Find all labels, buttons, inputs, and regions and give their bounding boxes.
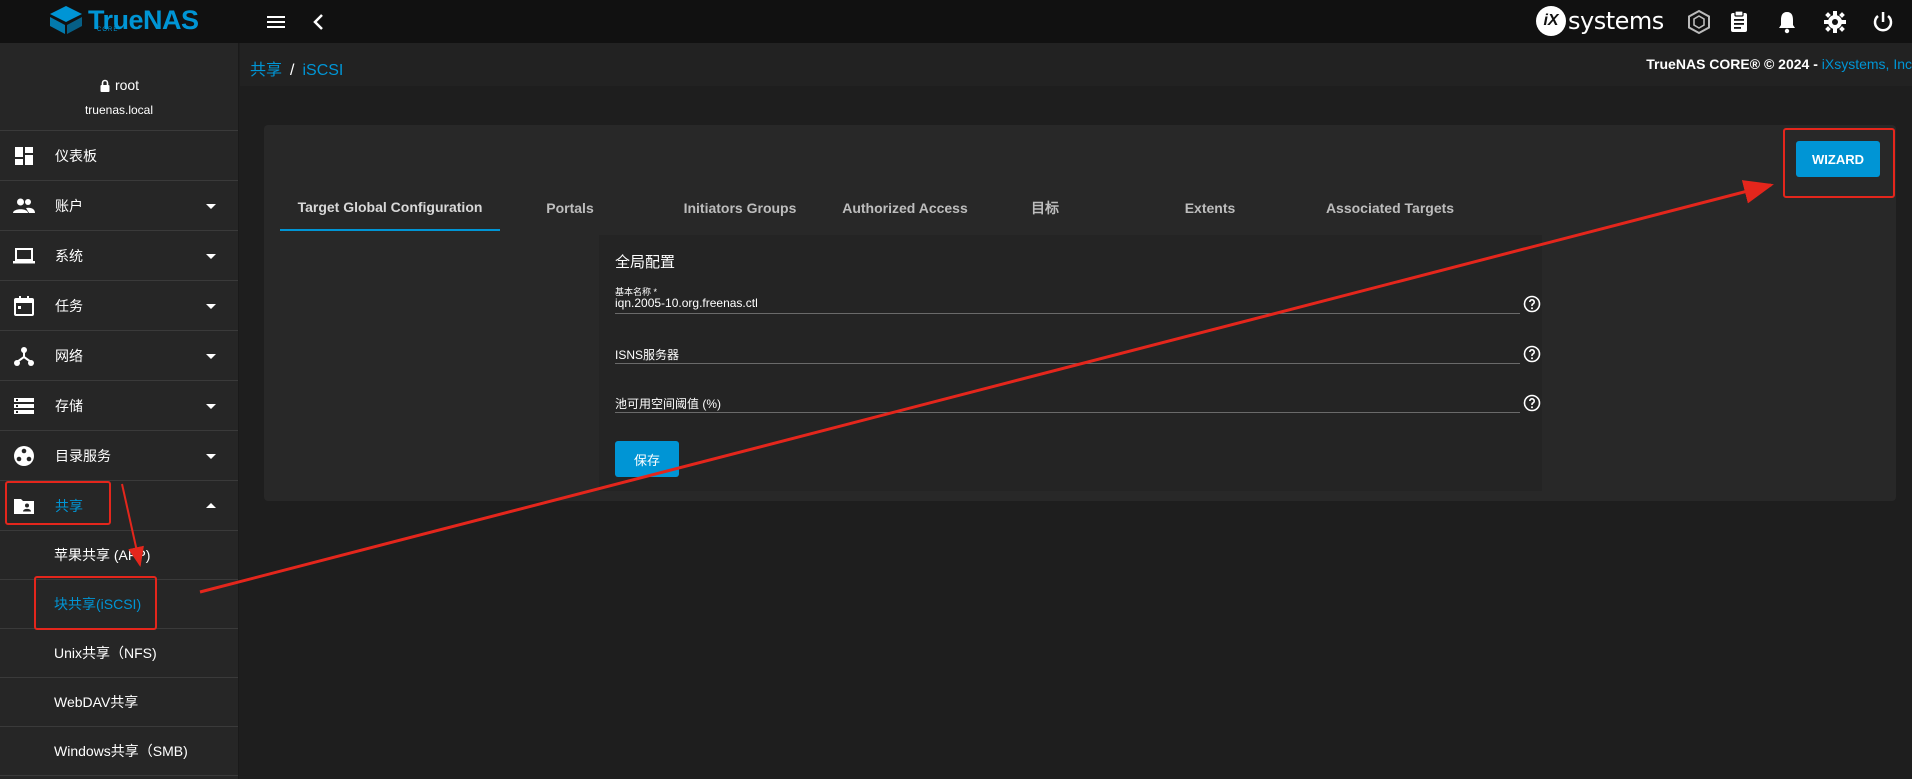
tab-associated-targets[interactable]: Associated Targets <box>1310 185 1470 231</box>
storage-icon <box>14 397 34 414</box>
ixsystems-text: systems <box>1568 7 1664 35</box>
pool-threshold-field[interactable]: 池可用空间阈值 (%) <box>615 384 1520 420</box>
base-name-field[interactable]: 基本名称 * iqn.2005-10.org.freenas.ctl <box>615 285 1520 321</box>
ix-badge: iX <box>1536 6 1566 36</box>
threshold-label: 池可用空间阈值 (%) <box>615 397 721 411</box>
sidebar-subitem-smb[interactable]: Windows共享（SMB) <box>0 727 238 776</box>
truenas-logo-icon <box>50 6 82 34</box>
breadcrumb: 共享 / iSCSI <box>250 56 343 80</box>
sidebar-subitem-iscsi[interactable]: 块共享(iSCSI) <box>0 580 238 629</box>
folder-shared-icon <box>14 498 34 514</box>
breadcrumb-separator: / <box>290 62 295 79</box>
sidebar-item-tasks[interactable]: 任务 <box>0 281 238 331</box>
top-bar: TrueNAS CORE iX systems <box>0 0 1912 43</box>
sidebar-item-label: 任务 <box>55 297 83 314</box>
tab-authorized-access[interactable]: Authorized Access <box>830 185 980 231</box>
clipboard-icon[interactable] <box>1726 9 1752 35</box>
menu-toggle-icon[interactable] <box>264 10 288 34</box>
sidebar-subitem-nfs[interactable]: Unix共享（NFS) <box>0 629 238 678</box>
global-config-form: 全局配置 基本名称 * iqn.2005-10.org.freenas.ctl … <box>599 235 1542 491</box>
caret-up-icon <box>206 502 216 508</box>
iscsi-card: WIZARD Target Global Configuration Porta… <box>264 125 1896 501</box>
directory-icon <box>14 445 34 466</box>
bell-icon[interactable] <box>1774 9 1800 35</box>
sidebar-item-directory-services[interactable]: 目录服务 <box>0 431 238 481</box>
gear-icon[interactable] <box>1822 9 1848 35</box>
field-underline <box>615 313 1520 314</box>
sidebar-item-label: 网络 <box>55 347 83 364</box>
copyright: TrueNAS CORE® © 2024 - iXsystems, Inc <box>1646 56 1912 72</box>
tab-extents[interactable]: Extents <box>1160 185 1260 231</box>
isns-servers-field[interactable]: ISNS服务器 <box>615 335 1520 371</box>
username: root <box>114 77 140 93</box>
caret-down-icon <box>206 453 216 459</box>
help-icon[interactable] <box>1523 394 1541 412</box>
caret-down-icon <box>206 203 216 209</box>
breadcrumb-bar: 共享 / iSCSI TrueNAS CORE® © 2024 - iXsystem… <box>240 43 1912 86</box>
tab-targets[interactable]: 目标 <box>1010 185 1080 231</box>
tab-portals[interactable]: Portals <box>520 185 620 231</box>
breadcrumb-iscsi[interactable]: iSCSI <box>302 62 343 79</box>
calendar-icon <box>14 295 34 316</box>
help-icon[interactable] <box>1523 295 1541 313</box>
field-underline <box>615 363 1520 364</box>
sidebar-item-label: 仪表板 <box>55 147 97 164</box>
sidebar-item-system[interactable]: 系统 <box>0 231 238 281</box>
truecommand-icon[interactable] <box>1686 9 1712 35</box>
caret-down-icon <box>206 403 216 409</box>
sidebar-item-label: 存储 <box>55 397 83 414</box>
ixsystems-link[interactable]: iXsystems, Inc <box>1822 56 1912 72</box>
breadcrumb-sharing[interactable]: 共享 <box>250 62 282 79</box>
ixsystems-logo: iX systems <box>1536 6 1664 36</box>
help-icon[interactable] <box>1523 345 1541 363</box>
hostname: truenas.local <box>84 102 154 117</box>
sidebar-item-sharing[interactable]: 共享 <box>0 481 238 531</box>
wizard-button[interactable]: WIZARD <box>1796 141 1880 177</box>
people-icon <box>13 198 35 213</box>
brand-sub: CORE <box>97 27 119 33</box>
sidebar-item-network[interactable]: 网络 <box>0 331 238 381</box>
user-info: root <box>99 77 139 93</box>
sidebar-item-dashboard[interactable]: 仪表板 <box>0 131 238 181</box>
copyright-text: TrueNAS CORE® © 2024 - <box>1646 56 1822 72</box>
sidebar-item-label: 账户 <box>55 197 83 214</box>
truenas-logo[interactable]: TrueNAS <box>48 4 199 36</box>
sidebar-item-storage[interactable]: 存储 <box>0 381 238 431</box>
sidebar-subitem-webdav[interactable]: WebDAV共享 <box>0 678 238 727</box>
isns-label: ISNS服务器 <box>615 348 680 362</box>
tab-target-global-configuration[interactable]: Target Global Configuration <box>280 185 500 231</box>
tab-initiators-groups[interactable]: Initiators Groups <box>670 185 810 231</box>
caret-down-icon <box>206 303 216 309</box>
laptop-icon <box>13 247 35 263</box>
chevron-left-icon[interactable] <box>307 10 331 34</box>
sidebar-item-label: 共享 <box>55 497 83 514</box>
field-underline <box>615 412 1520 413</box>
sidebar-item-label: 目录服务 <box>55 447 111 464</box>
dashboard-icon <box>15 146 33 165</box>
base-name-value[interactable]: iqn.2005-10.org.freenas.ctl <box>615 296 758 310</box>
power-icon[interactable] <box>1870 9 1896 35</box>
caret-down-icon <box>206 253 216 259</box>
iscsi-tabs: Target Global Configuration Portals Init… <box>280 185 1480 231</box>
save-button[interactable]: 保存 <box>615 441 679 477</box>
caret-down-icon <box>206 353 216 359</box>
sidebar-item-label: 系统 <box>55 247 83 264</box>
lock-icon <box>100 79 110 92</box>
sidebar-subitem-afp[interactable]: 苹果共享 (AFP) <box>0 531 238 580</box>
network-icon <box>14 346 34 366</box>
user-box: root truenas.local <box>0 43 238 131</box>
sidebar: root truenas.local 仪表板 账户 系统 任务 网络 存储 目录… <box>0 43 239 779</box>
form-title: 全局配置 <box>615 254 676 271</box>
sidebar-item-accounts[interactable]: 账户 <box>0 181 238 231</box>
